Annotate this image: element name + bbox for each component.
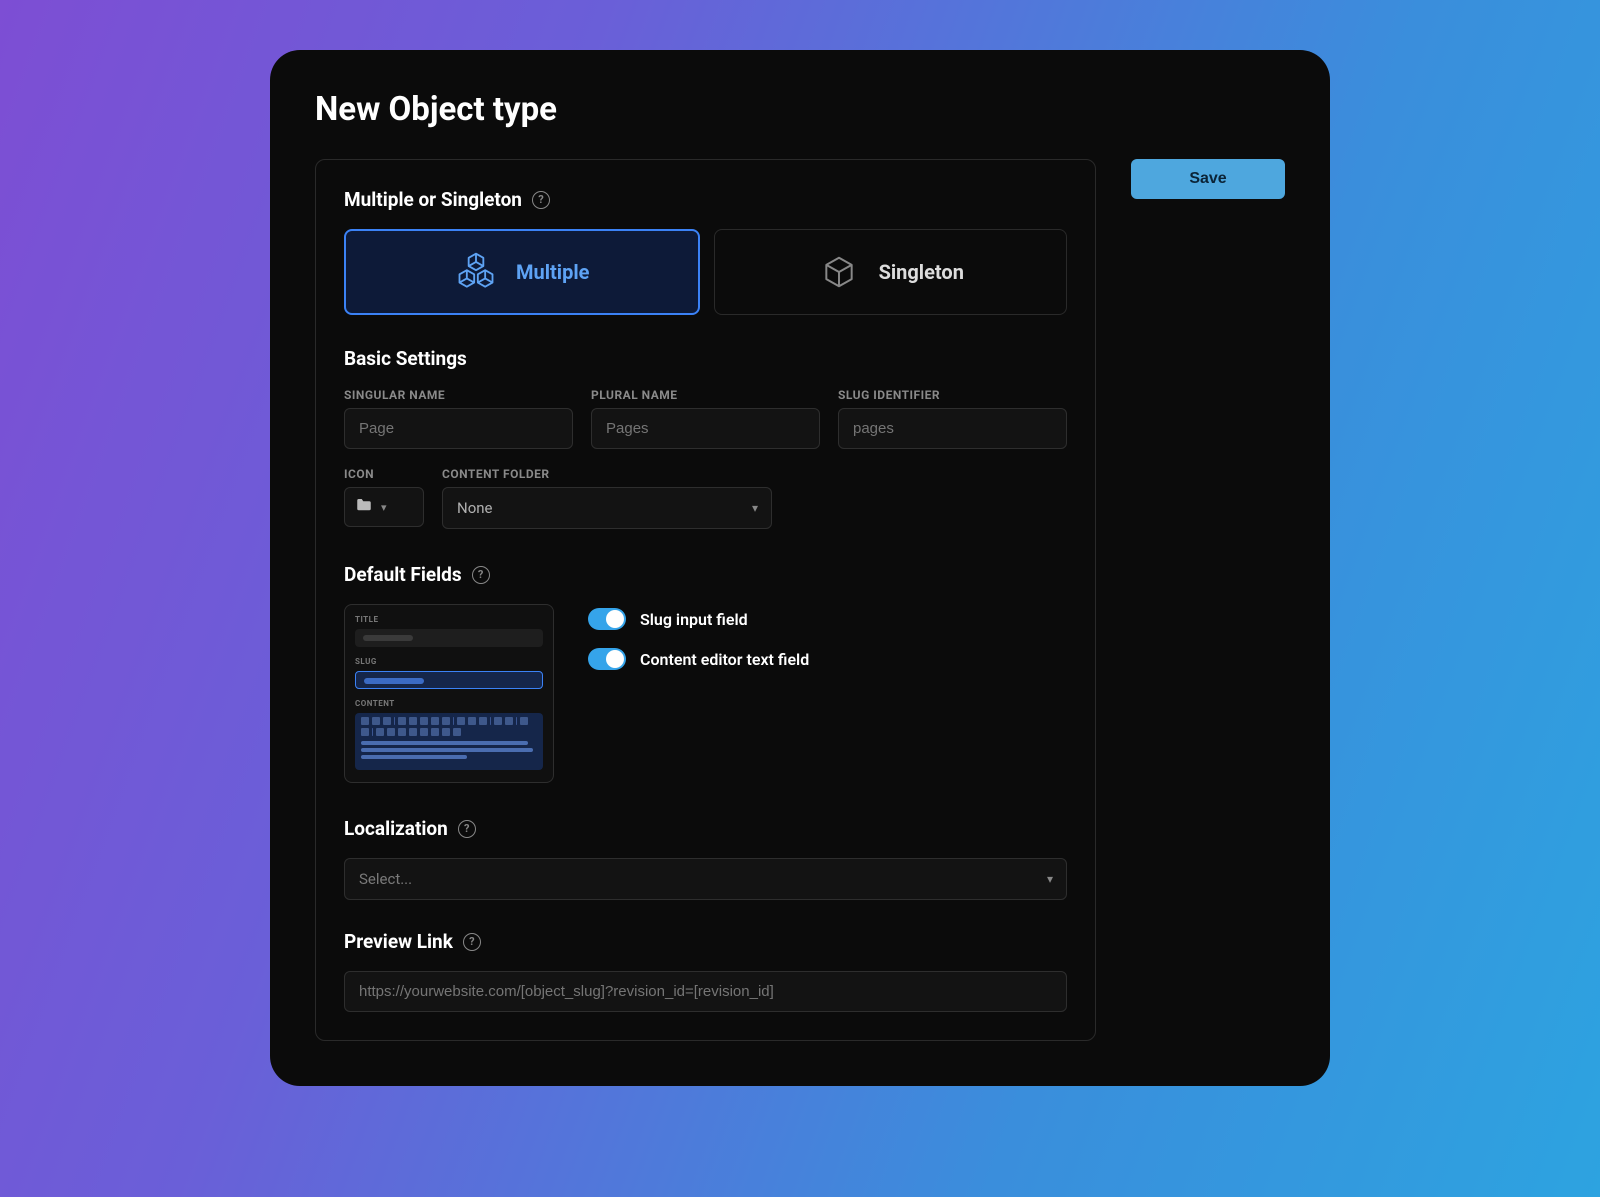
- type-options: Multiple Singleton: [344, 229, 1067, 315]
- preview-label-title: TITLE: [355, 615, 543, 624]
- preview-content-editor: [355, 713, 543, 770]
- help-icon[interactable]: ?: [458, 820, 476, 838]
- preview-label-content: CONTENT: [355, 699, 543, 708]
- fields-preview-card: TITLE SLUG CONTENT: [344, 604, 554, 783]
- section-title-type-label: Multiple or Singleton: [344, 188, 522, 211]
- preview-label-slug: SLUG: [355, 657, 543, 666]
- type-option-multiple[interactable]: Multiple: [344, 229, 700, 315]
- type-option-singleton[interactable]: Singleton: [714, 229, 1068, 315]
- basic-fields-row-2: ICON ▾ CONTENT FOLDER None ▾: [344, 467, 1067, 529]
- field-slug-id: SLUG IDENTIFIER: [838, 388, 1067, 449]
- toggle-row-slug: Slug input field: [588, 608, 809, 630]
- folder-icon: [355, 496, 373, 518]
- basic-fields-row-1: SINGULAR NAME PLURAL NAME SLUG IDENTIFIE…: [344, 388, 1067, 449]
- help-icon[interactable]: ?: [472, 566, 490, 584]
- localization-select[interactable]: Select...: [344, 858, 1067, 900]
- default-field-toggles: Slug input field Content editor text fie…: [588, 604, 809, 670]
- default-fields-row: TITLE SLUG CONTENT: [344, 604, 1067, 783]
- save-button[interactable]: Save: [1131, 159, 1285, 199]
- localization-select-wrap: Select... ▾: [344, 858, 1067, 900]
- field-icon: ICON ▾: [344, 467, 424, 529]
- cube-icon: [817, 250, 861, 294]
- section-title-default-fields-label: Default Fields: [344, 563, 462, 586]
- section-title-localization: Localization ?: [344, 817, 1067, 840]
- field-plural: PLURAL NAME: [591, 388, 820, 449]
- help-icon[interactable]: ?: [532, 191, 550, 209]
- icon-label: ICON: [344, 467, 424, 481]
- slug-id-label: SLUG IDENTIFIER: [838, 388, 1067, 402]
- content-folder-label: CONTENT FOLDER: [442, 467, 772, 481]
- form-panel: Multiple or Singleton ?: [315, 159, 1096, 1041]
- chevron-down-icon: ▾: [381, 501, 387, 514]
- help-icon[interactable]: ?: [463, 933, 481, 951]
- section-title-localization-label: Localization: [344, 817, 448, 840]
- icon-picker[interactable]: ▾: [344, 487, 424, 527]
- toggle-content-editor-field[interactable]: [588, 648, 626, 670]
- modal: New Object type Multiple or Singleton ?: [270, 50, 1330, 1086]
- content-row: Multiple or Singleton ?: [315, 159, 1285, 1041]
- section-title-preview-link-label: Preview Link: [344, 930, 453, 953]
- field-singular: SINGULAR NAME: [344, 388, 573, 449]
- toggle-content-label: Content editor text field: [640, 650, 809, 669]
- toggle-slug-field[interactable]: [588, 608, 626, 630]
- section-title-preview-link: Preview Link ?: [344, 930, 1067, 953]
- preview-link-input[interactable]: [344, 971, 1067, 1012]
- plural-input[interactable]: [591, 408, 820, 449]
- field-content-folder: CONTENT FOLDER None ▾: [442, 467, 772, 529]
- toggle-slug-label: Slug input field: [640, 610, 748, 629]
- preview-slug-input: [355, 671, 543, 689]
- singular-label: SINGULAR NAME: [344, 388, 573, 402]
- page-title: New Object type: [315, 90, 1285, 129]
- section-title-default-fields: Default Fields ?: [344, 563, 1067, 586]
- type-option-singleton-label: Singleton: [879, 260, 964, 284]
- right-column: Save: [1131, 159, 1285, 1041]
- section-title-basic-label: Basic Settings: [344, 347, 467, 370]
- cubes-icon: [454, 250, 498, 294]
- plural-label: PLURAL NAME: [591, 388, 820, 402]
- toggle-row-content: Content editor text field: [588, 648, 809, 670]
- content-folder-select[interactable]: None: [442, 487, 772, 529]
- slug-id-input[interactable]: [838, 408, 1067, 449]
- content-folder-select-wrap: None ▾: [442, 487, 772, 529]
- type-option-multiple-label: Multiple: [516, 260, 589, 284]
- section-title-type: Multiple or Singleton ?: [344, 188, 1067, 211]
- section-title-basic: Basic Settings: [344, 347, 1067, 370]
- singular-input[interactable]: [344, 408, 573, 449]
- preview-title-input: [355, 629, 543, 647]
